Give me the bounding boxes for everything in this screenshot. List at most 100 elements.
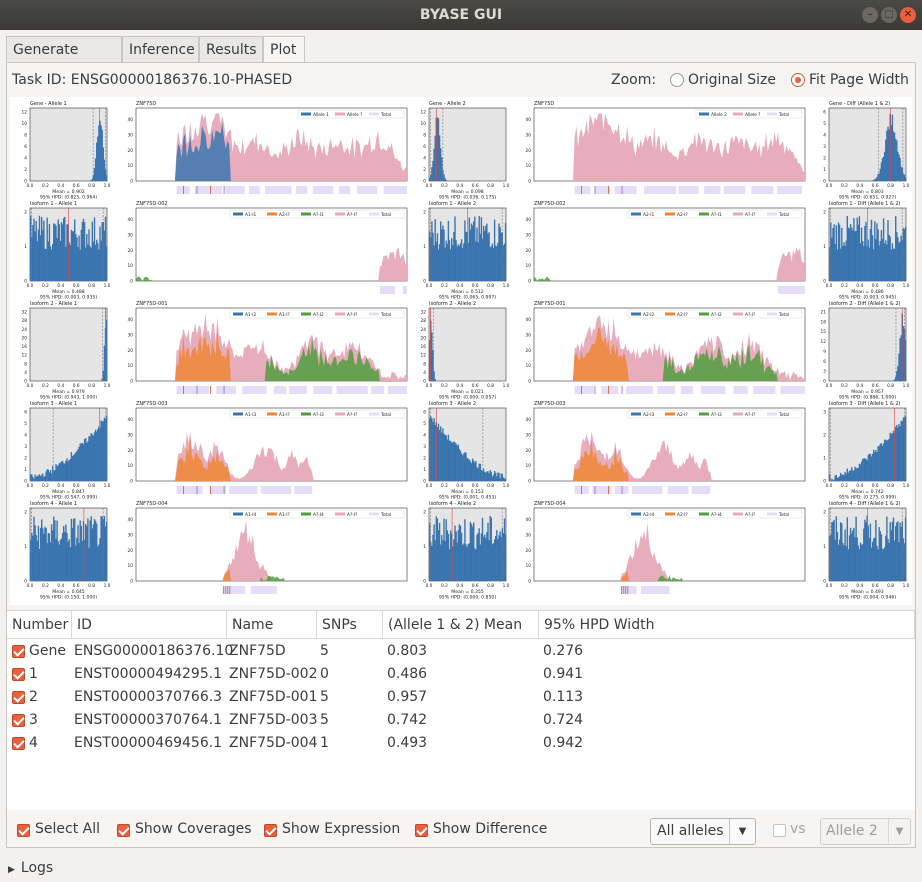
y-tick-label: 8: [423, 361, 426, 367]
exon-block: [176, 386, 209, 394]
y-tick-label: 0: [423, 579, 426, 585]
show-difference-label[interactable]: Show Difference: [433, 821, 547, 837]
y-tick-label: 30: [128, 333, 134, 339]
row-checkbox[interactable]: [12, 668, 25, 681]
minimize-button[interactable]: –: [862, 7, 878, 23]
mean-label: Mean = 0.742: [851, 489, 884, 495]
row-hpd-width: 0.942: [543, 735, 584, 751]
col-header-id[interactable]: ID: [72, 611, 227, 639]
histogram-frame: [428, 307, 507, 382]
legend-label: A2-I?: [677, 312, 688, 318]
coverage-frame: [533, 507, 806, 582]
exon-block: [402, 286, 407, 294]
panel-title: Isoform 4 - Allele 1: [30, 501, 77, 507]
y-tick-label: 28: [22, 318, 28, 324]
x-tick-label: 0.4: [856, 483, 863, 489]
col-header-hpd-width[interactable]: 95% HPD Width: [539, 611, 915, 639]
mean-label: Mean = 0.098: [451, 189, 484, 195]
hpd-label: 95% HPD: (0.275, 0.999): [839, 495, 896, 501]
legend-swatch: [335, 212, 345, 216]
col-header-number[interactable]: Number: [7, 611, 72, 639]
legend-swatch: [767, 312, 777, 316]
legend-swatch: [233, 412, 243, 416]
logs-expander[interactable]: ▶ Logs: [8, 860, 53, 876]
col-header-snps[interactable]: SNPs: [317, 611, 383, 639]
legend-label: A?-I?: [347, 512, 357, 518]
col-header-name[interactable]: Name: [227, 611, 317, 639]
exon-block: [723, 186, 746, 194]
zoom-original-radio[interactable]: [670, 73, 684, 87]
y-tick-label: 30: [128, 233, 134, 239]
table-row[interactable]: 2 ENST00000370766.3 ZNF75D-001 5 0.957 0.113: [7, 686, 915, 709]
show-coverages-label[interactable]: Show Coverages: [135, 821, 252, 837]
tab-plot[interactable]: Plot: [263, 36, 305, 63]
table-row[interactable]: Gene ENSG00000186376.10 ZNF75D 5 0.803 0.276: [7, 640, 915, 663]
y-tick-label: 0: [423, 379, 426, 385]
hpd-label: 95% HPD: (0.065, 0.997): [439, 295, 496, 301]
y-tick-label: 0: [130, 579, 133, 585]
x-tick-label: 0.6: [73, 383, 80, 389]
maximize-button[interactable]: □: [881, 7, 897, 23]
tab-inference[interactable]: Inference: [122, 36, 199, 62]
row-checkbox[interactable]: [12, 737, 25, 750]
y-tick-label: 24: [22, 327, 28, 333]
legend-swatch: [631, 412, 641, 416]
x-tick-label: 0.2: [42, 383, 49, 389]
table-row[interactable]: 3 ENST00000370764.1 ZNF75D-003 5 0.742 0.724: [7, 709, 915, 732]
legend-label: Allele 1: [313, 112, 329, 118]
y-tick-label: 30: [128, 533, 134, 539]
show-expression-label[interactable]: Show Expression: [282, 821, 400, 837]
y-tick-label: 28: [421, 318, 427, 324]
x-tick-label: 0.4: [57, 383, 64, 389]
show-difference-checkbox[interactable]: [415, 824, 428, 837]
table-row[interactable]: 1 ENST00000494295.1 ZNF75D-002 0 0.486 0.941: [7, 663, 915, 686]
exon-block: [194, 186, 223, 194]
select-all-checkbox[interactable]: [17, 824, 30, 837]
panel-title: ZNF75D-004: [534, 501, 566, 507]
panel-title: Gene - Diff (Allele 1 & 2): [829, 101, 890, 107]
second-allele-select[interactable]: Allele 2 ▼: [820, 818, 911, 845]
coverage-panel: [135, 507, 408, 594]
row-id: ENSG00000186376.10: [74, 643, 234, 659]
legend-label: A2-I4: [643, 512, 654, 518]
y-tick-label: 12: [421, 353, 427, 359]
legend-swatch: [335, 412, 345, 416]
vs-checkbox[interactable]: [773, 824, 786, 837]
row-name: ZNF75D-001: [229, 689, 318, 705]
x-tick-label: 0.4: [856, 583, 863, 589]
y-tick-label: 20: [526, 348, 532, 354]
panel-title: ZNF75D-003: [136, 401, 168, 407]
show-coverages-checkbox[interactable]: [117, 824, 130, 837]
zoom-fit-label[interactable]: Fit Page Width: [809, 72, 909, 88]
y-tick-label: 6: [423, 410, 426, 416]
zoom-original-label[interactable]: Original Size: [688, 72, 776, 88]
hpd-label: 95% HPD: (0.003, 0.945): [839, 295, 896, 301]
x-tick-label: 0.8: [88, 283, 95, 289]
close-button[interactable]: ✕: [900, 7, 916, 23]
legend-swatch: [699, 412, 709, 416]
row-checkbox[interactable]: [12, 645, 25, 658]
mean-label: Mean = 0.957: [851, 389, 884, 395]
x-tick-label: 0.6: [872, 183, 879, 189]
legend-swatch: [369, 212, 379, 216]
row-checkbox[interactable]: [12, 691, 25, 704]
table-row[interactable]: 4 ENST00000469456.1 ZNF75D-004 1 0.493 0.942: [7, 732, 915, 755]
allele-select[interactable]: All alleles ▼: [650, 818, 756, 845]
col-header-mean[interactable]: (Allele 1 & 2) Mean: [383, 611, 539, 639]
y-tick-label: 1: [423, 244, 426, 250]
tab-results[interactable]: Results: [199, 36, 263, 62]
plot-canvas[interactable]: Gene - Allele 1 0.0 0.2 0.4 0.6 0.8 1.0 0 2 4 6 8 10…: [10, 97, 912, 605]
x-tick-label: 0.2: [441, 483, 448, 489]
tab-generate-tasks[interactable]: Generate Tasks: [6, 36, 122, 84]
row-checkbox[interactable]: [12, 714, 25, 727]
panel-title: Isoform 1 - Diff (Allele 1 & 2): [829, 201, 901, 207]
y-tick-label: 20: [526, 248, 532, 254]
zoom-fit-radio[interactable]: [791, 73, 805, 87]
legend-swatch: [335, 112, 345, 116]
y-tick-label: 10: [526, 163, 532, 169]
show-expression-checkbox[interactable]: [264, 824, 277, 837]
exon-block: [667, 486, 689, 494]
x-tick-label: 0.2: [42, 283, 49, 289]
select-all-label[interactable]: Select All: [35, 821, 100, 837]
x-tick-label: 1.0: [503, 283, 510, 289]
